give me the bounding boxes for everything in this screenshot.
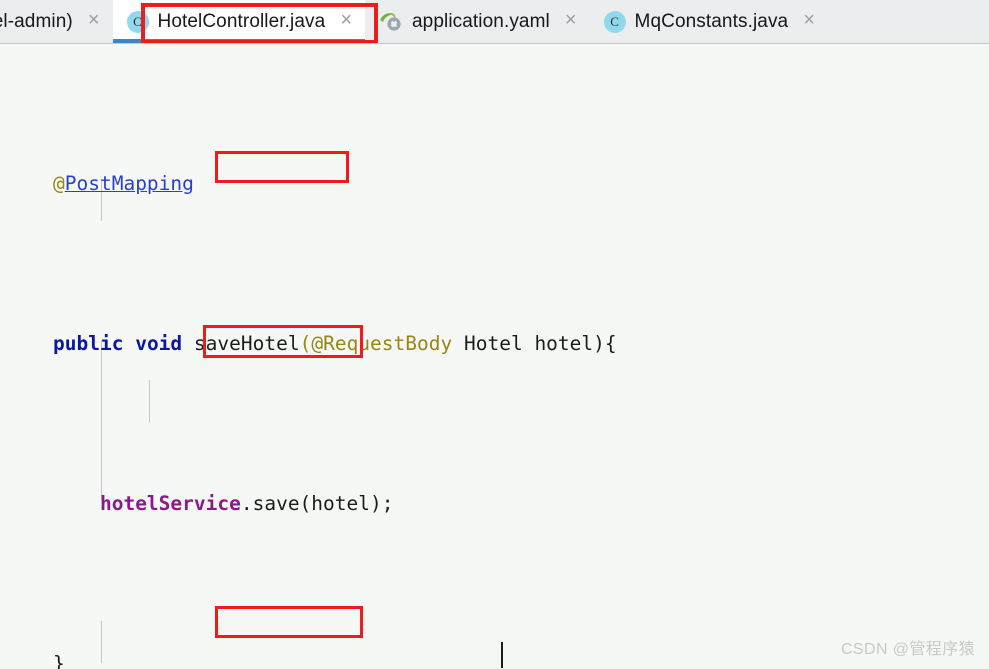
tab-mqconstants-java[interactable]: C MqConstants.java × — [590, 0, 828, 43]
token-method-name: saveHotel — [193, 332, 300, 355]
close-icon[interactable]: × — [797, 10, 817, 33]
token-keyword: void — [135, 332, 183, 355]
watermark: CSDN @管程序猿 — [840, 641, 975, 658]
token-type: Hotel — [463, 332, 523, 355]
code-line: public void saveHotel(@RequestBody Hotel… — [0, 324, 989, 364]
spring-yaml-icon — [379, 11, 403, 33]
tab-application-yaml[interactable]: application.yaml × — [365, 0, 590, 43]
tab-label: MqConstants.java — [634, 10, 789, 32]
token-field: hotelService — [99, 492, 241, 515]
java-class-icon: C — [126, 10, 149, 33]
code-line: @PostMapping — [0, 164, 989, 204]
token-paren: ( — [299, 332, 312, 355]
tab-hotel-admin[interactable]: hotel-admin) × — [0, 0, 113, 43]
code-editor-area[interactable]: @PostMapping public void saveHotel(@Requ… — [0, 44, 989, 669]
token-tail: ){ — [593, 332, 617, 355]
tab-label: HotelController.java — [157, 10, 326, 32]
close-icon[interactable]: × — [559, 10, 579, 33]
code-content[interactable]: @PostMapping public void saveHotel(@Requ… — [0, 44, 989, 669]
tab-hotelcontroller-java[interactable]: C HotelController.java × — [112, 0, 365, 43]
token-call: .save(hotel); — [240, 492, 394, 515]
close-icon[interactable]: × — [334, 10, 354, 33]
tab-label: hotel-admin) — [0, 10, 73, 32]
token-param: hotel — [534, 332, 594, 355]
tab-label: application.yaml — [412, 10, 550, 32]
code-line: hotelService.save(hotel); — [0, 484, 989, 524]
token-annotation-name: PostMapping — [64, 172, 194, 195]
java-class-icon: C — [603, 10, 626, 33]
token-keyword: public — [53, 332, 124, 355]
editor-tab-bar: hotel-admin) × C HotelController.java × … — [0, 0, 989, 44]
token-brace: } — [53, 652, 65, 669]
text-caret — [501, 642, 503, 668]
token-annotation: @RequestBody — [311, 332, 453, 355]
close-icon[interactable]: × — [82, 10, 102, 33]
token-at: @ — [53, 172, 65, 195]
